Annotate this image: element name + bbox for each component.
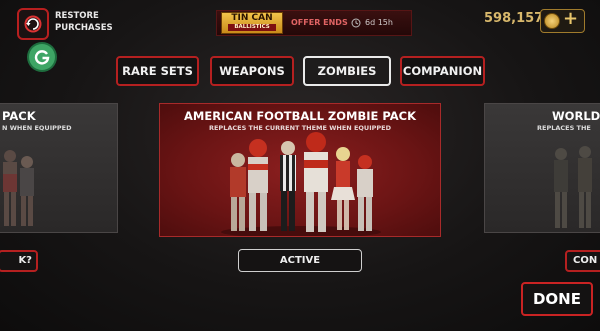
plus-icon: + [563,8,579,29]
restore-purchases-label: RESTORE PURCHASES [55,11,113,33]
coin-icon [544,13,560,29]
zombie-figures-right [554,146,592,228]
tab-zombies[interactable]: ZOMBIES [303,56,391,86]
zombie-pack-card-active[interactable]: AMERICAN FOOTBALL ZOMBIE PACK REPLACES T… [159,103,441,237]
g-badge-icon [34,50,50,65]
card-left-button[interactable]: K? [0,250,38,272]
card-right-button[interactable]: CON [565,250,600,272]
g-badge-button[interactable] [29,44,55,70]
buy-currency-button[interactable]: + [540,8,585,33]
football-zombie-figures [221,132,381,236]
offer-time: 6d 15h [365,18,393,27]
done-button[interactable]: DONE [521,282,593,316]
tab-rare-sets[interactable]: RARE SETS [116,56,199,86]
restore-icon [24,15,42,33]
currency-amount: 598,157 [484,11,544,26]
active-button[interactable]: ACTIVE [238,249,362,272]
zombie-pack-card-left[interactable]: PACK N WHEN EQUIPPED [0,103,118,233]
restore-purchases-button[interactable] [17,8,49,40]
clock-icon [351,18,361,28]
tin-can-logo: TIN CAN BALLISTICS [221,12,283,34]
tab-weapons[interactable]: WEAPONS [210,56,294,86]
offer-ends-label: OFFER ENDS [291,18,348,27]
tab-companion[interactable]: COMPANION [400,56,485,86]
zombie-figures-left [3,150,34,226]
offer-banner[interactable]: TIN CAN BALLISTICS OFFER ENDS 6d 15h [216,10,412,36]
zombie-pack-card-right[interactable]: WORLD WA REPLACES THE [484,103,600,233]
